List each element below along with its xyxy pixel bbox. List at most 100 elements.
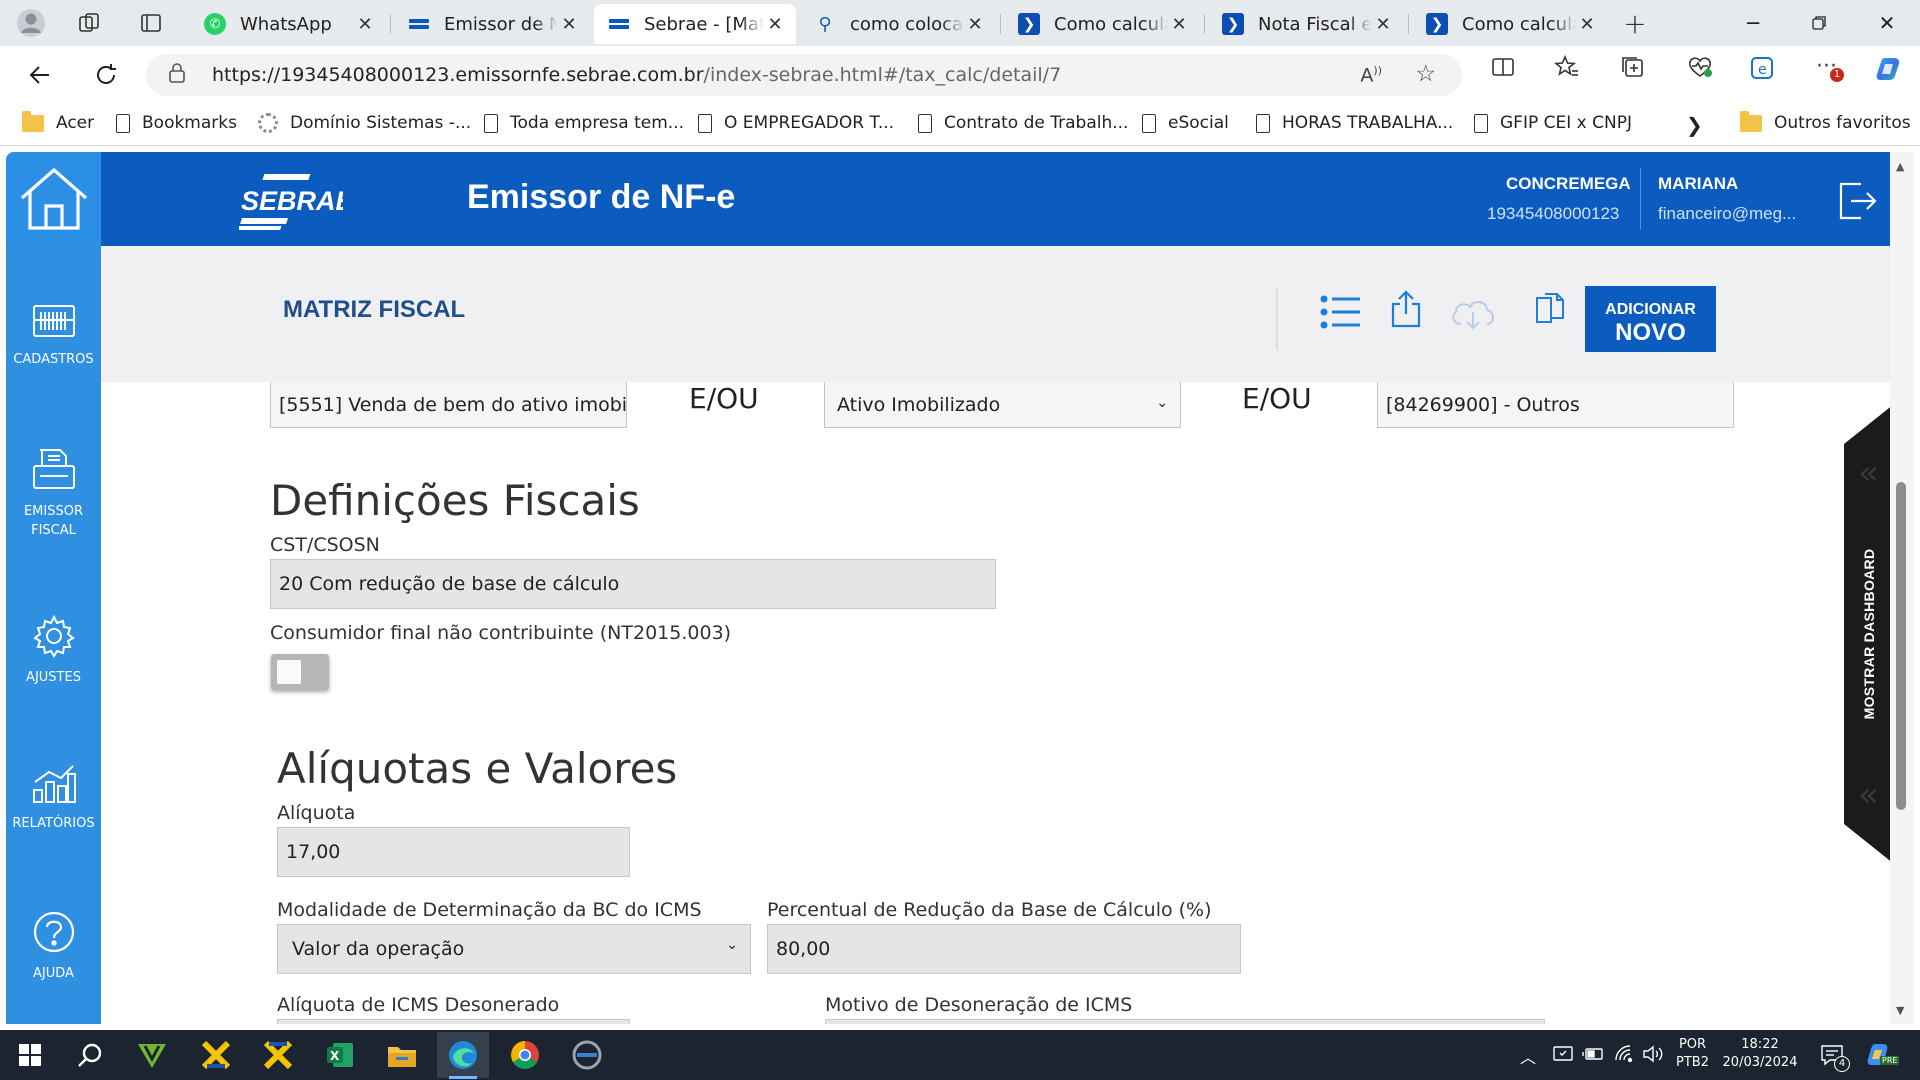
read-aloud-icon[interactable]: A)) xyxy=(1360,64,1382,86)
tray-overflow-icon[interactable]: ︿ xyxy=(1520,1044,1536,1068)
bookmark-acer[interactable]: Acer xyxy=(22,110,94,133)
copy-button[interactable] xyxy=(1533,292,1567,330)
windows-start-icon[interactable] xyxy=(10,1036,50,1074)
tab-como-colocar[interactable]: ⚲ como colocar ✕ xyxy=(800,4,996,44)
scroll-up-icon[interactable]: ▲ xyxy=(1896,160,1904,173)
consumer-final-toggle[interactable] xyxy=(271,654,329,690)
cloud-download-button[interactable] xyxy=(1449,296,1497,334)
tab-title: Como calcular xyxy=(1462,13,1576,35)
favorite-star-icon[interactable]: ☆ xyxy=(1415,61,1436,87)
copilot-taskbar-icon[interactable]: PRE xyxy=(1864,1040,1900,1074)
language-indicator[interactable]: POR PTB2 xyxy=(1676,1036,1709,1072)
motivo-desoneracao-select[interactable] xyxy=(825,1019,1545,1024)
file-explorer-icon[interactable] xyxy=(382,1036,422,1074)
security-tray-icon[interactable] xyxy=(1552,1044,1574,1068)
bookmark-label: Toda empresa tem... xyxy=(510,113,684,133)
bookmark-horas[interactable]: HORAS TRABALHA... xyxy=(1256,113,1453,133)
bookmarks-overflow-icon[interactable]: ❯ xyxy=(1686,113,1703,137)
close-tab-icon[interactable]: ✕ xyxy=(1168,14,1190,35)
address-bar[interactable]: https://19345408000123.emissornfe.sebrae… xyxy=(146,54,1462,96)
bookmark-contrato[interactable]: Contrato de Trabalh... xyxy=(918,113,1128,133)
tab-whatsapp[interactable]: ✆ WhatsApp ✕ xyxy=(190,4,386,44)
workspaces-icon[interactable] xyxy=(70,4,108,42)
tab-sebrae-matriz[interactable]: Sebrae - [Matriz Fiscal] ✕ xyxy=(594,4,796,44)
nav-ajustes[interactable]: AJUSTES xyxy=(6,614,101,687)
copilot-icon[interactable] xyxy=(1872,52,1906,91)
ncm-field[interactable]: [84269900] - Outros xyxy=(1377,382,1734,428)
bookmark-gfip[interactable]: GFIP CEI x CNPJ xyxy=(1474,113,1632,133)
excel-icon[interactable]: X xyxy=(320,1036,360,1074)
list-view-button[interactable] xyxy=(1320,294,1362,334)
bc-mode-select[interactable]: Valor da operação ⌄ xyxy=(277,924,751,974)
reduction-input[interactable]: 80,00 xyxy=(767,924,1241,974)
printer-icon xyxy=(32,449,75,489)
bookmark-esocial[interactable]: eSocial xyxy=(1142,113,1229,133)
nav-ajuda[interactable]: AJUDA xyxy=(6,910,101,983)
page-scrollbar[interactable]: ▲ ▼ xyxy=(1890,152,1914,1024)
volume-icon[interactable] xyxy=(1642,1044,1666,1068)
collections-icon[interactable] xyxy=(1620,54,1646,85)
sebrae-logo: SEBRAE xyxy=(234,172,355,234)
edge-browser-icon[interactable] xyxy=(443,1036,483,1074)
app-receita-2-icon[interactable] xyxy=(258,1036,298,1074)
tab-como-calcular-1[interactable]: ❯ Como calcular ✕ xyxy=(1004,4,1200,44)
back-icon[interactable] xyxy=(22,57,58,93)
tab-nota-fiscal[interactable]: ❯ Nota Fiscal ele ✕ xyxy=(1208,4,1404,44)
app-receita-icon[interactable] xyxy=(196,1036,236,1074)
notification-center-icon[interactable]: 4 xyxy=(1820,1044,1850,1072)
close-window-icon[interactable]: ✕ xyxy=(1854,0,1920,46)
nav-cadastros[interactable]: CADASTROS xyxy=(6,302,101,369)
bookmark-label: eSocial xyxy=(1168,113,1229,133)
bookmark-dominio[interactable]: Domínio Sistemas -... xyxy=(258,113,471,133)
close-tab-icon[interactable]: ✕ xyxy=(1372,14,1394,35)
bookmark-empregador[interactable]: O EMPREGADOR T... xyxy=(698,113,894,133)
nav-emissor-fiscal[interactable]: EMISSOR FISCAL xyxy=(6,448,101,540)
scroll-thumb[interactable] xyxy=(1896,482,1906,810)
browser-essentials-icon[interactable] xyxy=(1686,54,1714,85)
close-tab-icon[interactable]: ✕ xyxy=(764,14,786,35)
bookmark-bookmarks[interactable]: Bookmarks xyxy=(116,113,237,133)
product-type-select[interactable]: Ativo Imobilizado ⌄ xyxy=(824,382,1181,428)
logout-button[interactable] xyxy=(1839,182,1879,224)
cfop-field[interactable]: [5551] Venda de bem do ativo imobili xyxy=(270,382,627,428)
more-options-icon[interactable]: ··· 1 xyxy=(1816,54,1844,82)
home-button[interactable] xyxy=(6,152,101,246)
add-button-line1: ADICIONAR xyxy=(1605,301,1696,318)
close-tab-icon[interactable]: ✕ xyxy=(964,14,986,35)
search-icon[interactable] xyxy=(70,1036,110,1074)
lock-icon[interactable] xyxy=(168,62,188,88)
app-green-check-icon[interactable] xyxy=(132,1036,172,1074)
app-circle-icon[interactable] xyxy=(567,1036,607,1074)
tab-emissor[interactable]: Emissor de NF-e ✕ xyxy=(394,4,590,44)
cst-select[interactable]: 20 Com redução de base de cálculo xyxy=(270,559,996,609)
bookmark-toda-empresa[interactable]: Toda empresa tem... xyxy=(484,113,684,133)
bookmark-outros-favoritos[interactable]: Outros favoritos xyxy=(1740,110,1911,133)
nav-relatorios[interactable]: RELATÓRIOS xyxy=(6,764,101,833)
edge-extension-icon[interactable]: e xyxy=(1750,54,1778,87)
tab-como-calcular-2[interactable]: ❯ Como calcular ✕ xyxy=(1412,4,1608,44)
aliquota-input[interactable]: 17,00 xyxy=(277,827,630,877)
favorites-icon[interactable] xyxy=(1553,54,1580,85)
reload-icon[interactable] xyxy=(88,57,124,93)
export-button[interactable] xyxy=(1390,290,1422,332)
scroll-down-icon[interactable]: ▼ xyxy=(1896,1004,1904,1017)
add-new-button[interactable]: ADICIONAR NOVO xyxy=(1585,286,1716,352)
icms-desonerado-input[interactable] xyxy=(277,1019,630,1024)
close-tab-icon[interactable]: ✕ xyxy=(558,14,580,35)
bookmarks-bar: Acer Bookmarks Domínio Sistemas -... Tod… xyxy=(0,104,1920,146)
minimize-icon[interactable]: ─ xyxy=(1720,0,1786,46)
profile-avatar-icon[interactable] xyxy=(12,4,50,42)
aliquota-label: Alíquota xyxy=(277,802,356,824)
lang-code: POR xyxy=(1678,1037,1707,1052)
vertical-tabs-icon[interactable] xyxy=(132,4,170,42)
battery-icon[interactable] xyxy=(1582,1046,1604,1066)
chrome-icon[interactable] xyxy=(505,1036,545,1074)
wifi-icon[interactable] xyxy=(1614,1044,1636,1068)
close-tab-icon[interactable]: ✕ xyxy=(354,14,376,35)
new-tab-icon[interactable]: + xyxy=(1616,4,1654,42)
restore-icon[interactable] xyxy=(1786,0,1852,46)
close-tab-icon[interactable]: ✕ xyxy=(1576,14,1598,35)
cst-label: CST/CSOSN xyxy=(270,534,380,556)
split-screen-icon[interactable] xyxy=(1490,54,1516,85)
clock[interactable]: 18:22 20/03/2024 xyxy=(1722,1036,1798,1072)
